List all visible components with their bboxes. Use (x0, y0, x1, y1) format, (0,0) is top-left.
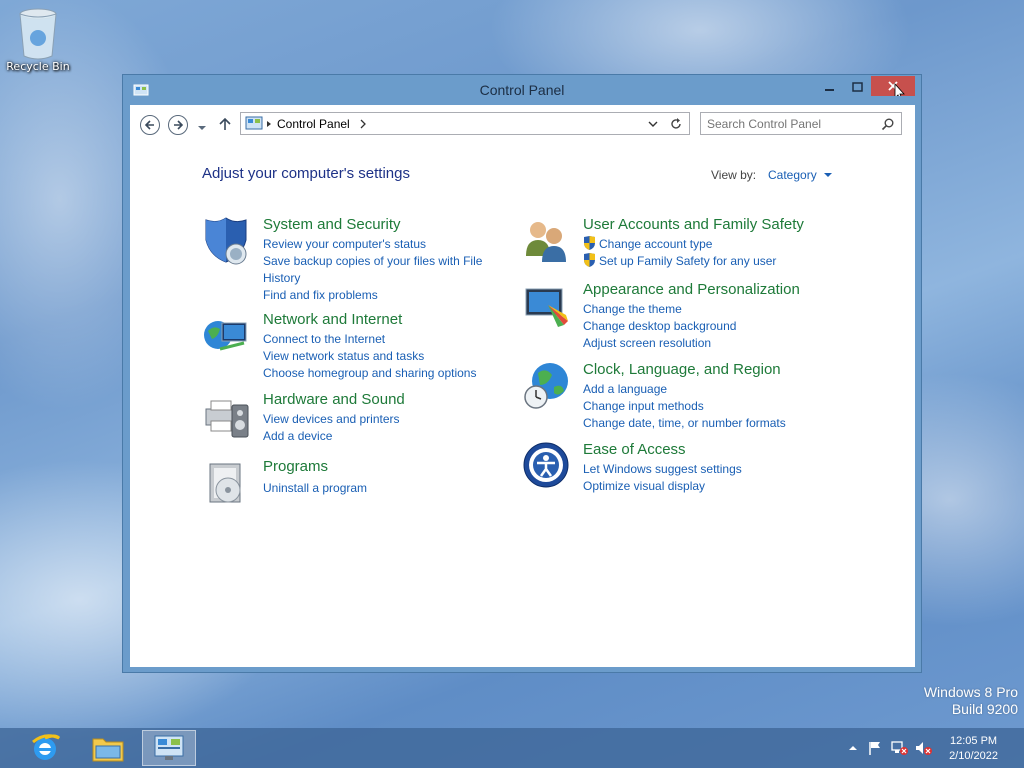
os-name: Windows 8 Pro (923, 684, 1018, 700)
volume-tray[interactable] (915, 740, 932, 756)
uac-shield-icon (584, 253, 595, 267)
network-globe-icon[interactable] (202, 311, 252, 361)
link-change-date-time-formats[interactable]: Change date, time, or number formats (583, 415, 823, 432)
category-title-system-security[interactable]: System and Security (263, 216, 401, 233)
category-title-clock-language[interactable]: Clock, Language, and Region (583, 361, 781, 378)
printer-speaker-icon[interactable] (202, 391, 252, 441)
link-windows-suggest-settings[interactable]: Let Windows suggest settings (583, 461, 823, 478)
search-icon (881, 118, 894, 131)
breadcrumb-chevron-icon (360, 119, 366, 129)
close-button[interactable] (871, 76, 915, 101)
system-clock[interactable]: 12:05 PM 2/10/2022 (949, 734, 998, 764)
control-panel-breadcrumb-icon (245, 116, 271, 130)
minimize-button[interactable] (817, 77, 843, 97)
flag-icon (869, 742, 880, 755)
link-change-account-type[interactable]: Change account type (583, 236, 823, 253)
link-view-devices-printers[interactable]: View devices and printers (263, 411, 503, 428)
address-dropdown-icon (648, 121, 658, 127)
recent-locations-dropdown[interactable] (196, 119, 208, 131)
page-heading: Adjust your computer's settings (202, 165, 410, 182)
link-homegroup-sharing[interactable]: Choose homegroup and sharing options (263, 365, 503, 382)
window-content: Control Panel Adjust your computer's set… (130, 105, 915, 667)
shield-icon[interactable] (202, 216, 252, 266)
control-panel-icon (154, 735, 184, 760)
speaker-muted-icon (916, 742, 932, 755)
chevron-up-icon (849, 746, 857, 750)
view-by-label: View by: (711, 168, 757, 182)
arrow-up-icon (219, 117, 231, 130)
link-connect-internet[interactable]: Connect to the Internet (263, 331, 503, 348)
address-bar[interactable]: Control Panel (240, 112, 690, 135)
recycle-bin-label: Recycle Bin (6, 60, 70, 73)
link-view-network-status[interactable]: View network status and tasks (263, 348, 503, 365)
category-title-programs[interactable]: Programs (263, 458, 328, 475)
taskbar-control-panel[interactable] (142, 730, 196, 766)
category-title-hardware-sound[interactable]: Hardware and Sound (263, 391, 405, 408)
forward-button[interactable] (168, 115, 188, 135)
link-optimize-visual-display[interactable]: Optimize visual display (583, 478, 823, 495)
show-hidden-icons-button[interactable] (845, 740, 861, 756)
network-tray[interactable] (891, 740, 908, 756)
monitor-palette-icon[interactable] (522, 281, 572, 331)
programs-disc-icon[interactable] (202, 458, 252, 508)
chevron-down-icon (824, 173, 833, 177)
link-save-backup[interactable]: Save backup copies of your files with Fi… (263, 253, 503, 270)
view-by-dropdown[interactable]: Category (768, 168, 833, 182)
link-text: Set up Family Safety for any user (599, 254, 777, 268)
category-title-network-internet[interactable]: Network and Internet (263, 311, 402, 328)
maximize-button[interactable] (845, 77, 871, 97)
link-review-status[interactable]: Review your computer's status (263, 236, 503, 253)
link-family-safety[interactable]: Set up Family Safety for any user (583, 253, 823, 270)
control-panel-window: Control Panel Control Panel Search Contr… (122, 74, 922, 673)
link-find-fix-problems[interactable]: Find and fix problems (263, 287, 503, 304)
link-save-backup-history[interactable]: History (263, 270, 503, 287)
category-title-appearance[interactable]: Appearance and Personalization (583, 281, 800, 298)
view-by-value: Category (768, 168, 817, 182)
link-uninstall-program[interactable]: Uninstall a program (263, 480, 503, 497)
search-box[interactable] (700, 112, 902, 135)
title-bar[interactable]: Control Panel (123, 75, 921, 105)
link-add-language[interactable]: Add a language (583, 381, 823, 398)
taskbar: 12:05 PM 2/10/2022 (0, 728, 1024, 768)
clock-date: 2/10/2022 (949, 750, 998, 762)
arrow-right-icon (174, 120, 184, 130)
category-title-ease-of-access[interactable]: Ease of Access (583, 441, 686, 458)
breadcrumb-control-panel[interactable]: Control Panel (277, 117, 350, 131)
link-change-theme[interactable]: Change the theme (583, 301, 823, 318)
link-change-input-methods[interactable]: Change input methods (583, 398, 823, 415)
taskbar-file-explorer[interactable] (81, 730, 135, 766)
uac-shield-icon (584, 236, 595, 250)
clock-globe-icon[interactable] (522, 361, 572, 411)
network-disconnected-icon (891, 741, 908, 755)
chevron-down-icon (198, 126, 206, 130)
back-button[interactable] (140, 115, 160, 135)
os-build: Build 9200 (951, 701, 1018, 717)
up-button[interactable] (218, 116, 232, 132)
mouse-cursor-icon (894, 82, 905, 101)
ease-of-access-icon[interactable] (522, 441, 572, 491)
clock-time: 12:05 PM (949, 735, 998, 747)
file-explorer-icon (92, 738, 124, 762)
navigation-bar: Control Panel (130, 105, 915, 143)
recycle-bin-icon (16, 6, 60, 60)
link-adjust-resolution[interactable]: Adjust screen resolution (583, 335, 823, 352)
search-input[interactable] (707, 116, 877, 132)
taskbar-internet-explorer[interactable] (18, 730, 72, 766)
link-add-device[interactable]: Add a device (263, 428, 503, 445)
link-text: Change account type (599, 237, 713, 251)
link-change-desktop-background[interactable]: Change desktop background (583, 318, 823, 335)
category-title-user-accounts[interactable]: User Accounts and Family Safety (583, 216, 804, 233)
action-center-tray[interactable] (867, 740, 883, 756)
recycle-bin-desktop-icon[interactable]: Recycle Bin (4, 6, 72, 73)
window-title: Control Panel (479, 82, 565, 98)
arrow-left-icon (144, 120, 154, 130)
internet-explorer-icon (32, 734, 61, 760)
refresh-icon (671, 118, 681, 129)
windows-version-watermark: Windows 8 Pro Build 9200 (924, 684, 1018, 718)
users-icon[interactable] (522, 216, 572, 266)
